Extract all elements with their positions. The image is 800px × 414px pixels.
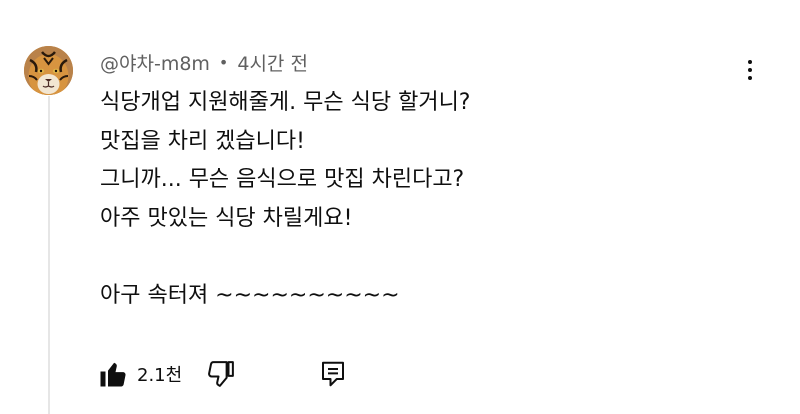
thumbs-down-icon	[208, 361, 235, 387]
more-vertical-icon-dot	[748, 68, 752, 72]
more-actions-button[interactable]	[734, 54, 766, 86]
comment-actions: 2.1천	[98, 356, 348, 392]
comment-body: 식당개업 지원해줄게. 무슨 식당 할거니? 맛집을 차리 겠습니다! 그니까.…	[100, 84, 470, 315]
comment-timestamp[interactable]: 4시간 전	[237, 49, 308, 76]
more-vertical-icon-dot	[748, 76, 752, 80]
comment-line: 아구 속터져 ~~~~~~~~~~	[100, 282, 400, 308]
meta-separator: •	[218, 52, 229, 72]
comment-line: 맛집을 차리 겠습니다!	[100, 128, 305, 154]
avatar[interactable]	[24, 46, 73, 95]
thread-line	[48, 96, 50, 414]
reply-comment-icon	[322, 361, 345, 387]
tiger-avatar-image	[24, 46, 73, 95]
comment-line: 아주 맛있는 식당 차릴게요!	[100, 205, 353, 231]
reply-button[interactable]	[318, 359, 348, 389]
comment-author[interactable]: @야차-m8m	[100, 49, 210, 76]
comment-line: 그니까... 무슨 음식으로 맛집 차린다고?	[100, 167, 465, 192]
like-count: 2.1천	[137, 365, 183, 386]
more-vertical-icon-dot	[748, 60, 752, 64]
comment-meta: @야차-m8m • 4시간 전	[100, 49, 308, 75]
like-button[interactable]	[98, 359, 128, 389]
dislike-button[interactable]	[206, 359, 236, 389]
comment-line: 식당개업 지원해줄게. 무슨 식당 할거니?	[100, 90, 471, 115]
comment-line-blank	[100, 238, 470, 277]
thumbs-up-icon	[100, 362, 126, 387]
